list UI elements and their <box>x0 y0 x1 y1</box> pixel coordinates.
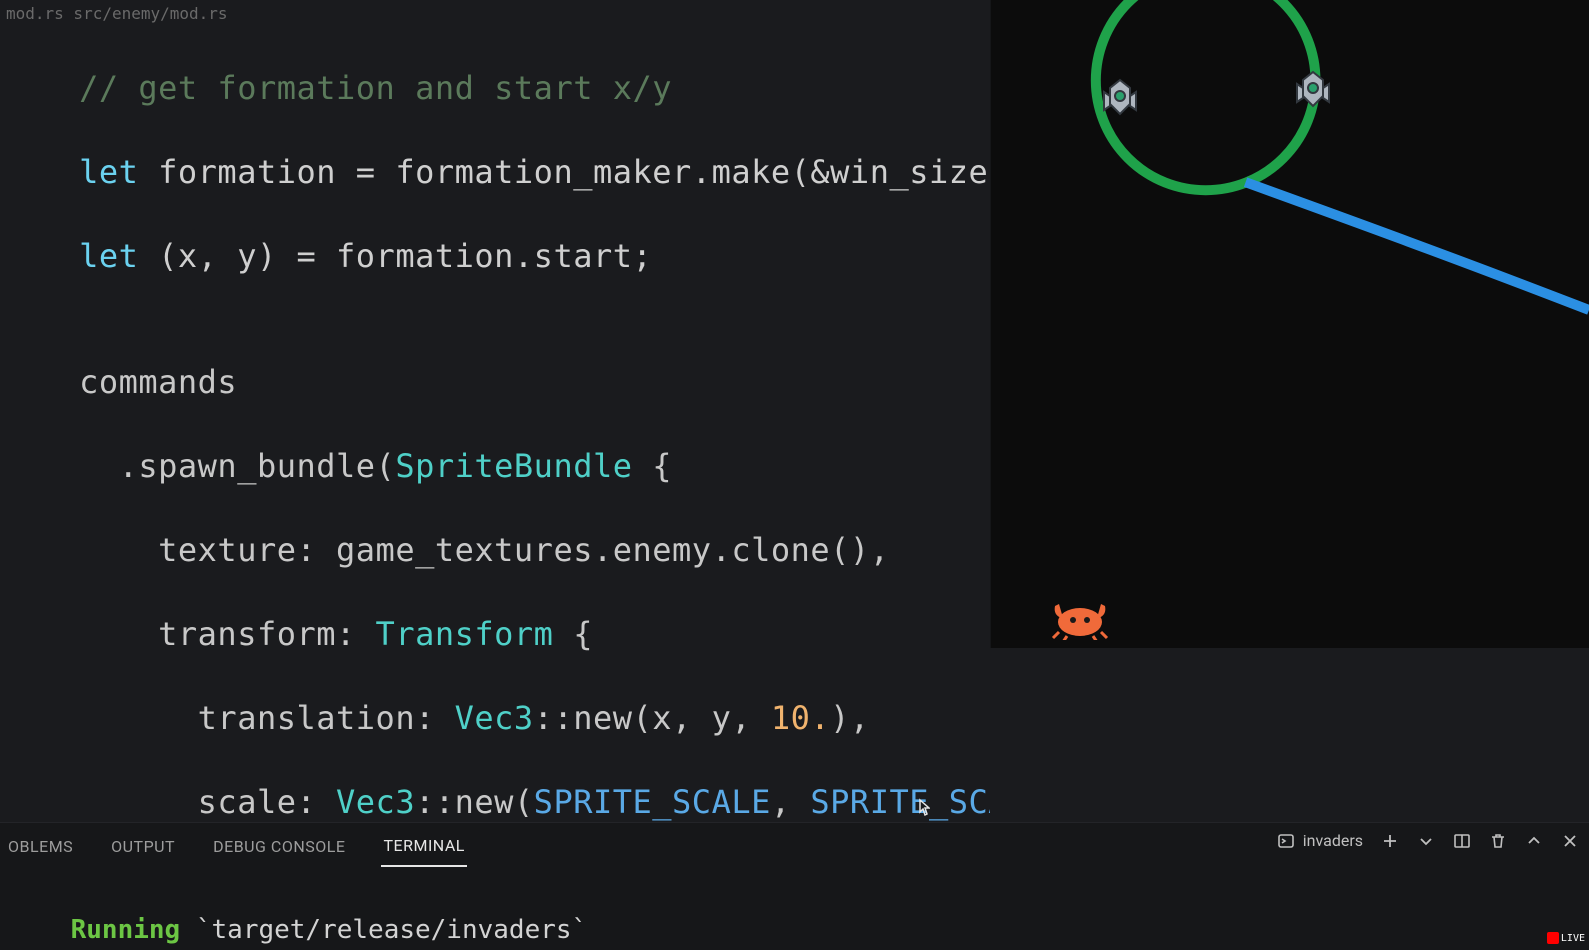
code-comment: // get formation and start x/y <box>79 69 672 107</box>
code-text: formation = formation_maker.make(&win_si… <box>138 153 990 191</box>
enemy-ship-icon <box>1289 66 1337 114</box>
chevron-up-icon[interactable] <box>1525 832 1543 850</box>
term-text: `target/release/invaders` <box>180 915 587 945</box>
player-crab-icon <box>1049 596 1111 640</box>
motion-path <box>1246 182 1589 310</box>
breadcrumb[interactable]: mod.rs src/enemy/mod.rs <box>0 0 990 25</box>
code-text: transform: <box>0 615 376 653</box>
enemy-ship-icon <box>1096 74 1144 122</box>
tab-output[interactable]: OUTPUT <box>109 837 177 856</box>
type-spritebundle: SpriteBundle <box>395 447 632 485</box>
panel-actions: invaders <box>1277 831 1579 850</box>
code-text: { <box>553 615 593 653</box>
red-dot-icon <box>1547 932 1559 944</box>
indent <box>0 153 79 191</box>
indent <box>0 237 79 275</box>
trash-icon[interactable] <box>1489 832 1507 850</box>
num: 10. <box>771 699 830 737</box>
code-text: commands <box>0 361 990 403</box>
code-text: ::new(x, y, <box>534 699 771 737</box>
root: mod.rs src/enemy/mod.rs // get formation… <box>0 0 1589 950</box>
code-editor[interactable]: mod.rs src/enemy/mod.rs // get formation… <box>0 0 990 822</box>
code-text: texture: game_textures.enemy.clone(), <box>0 529 990 571</box>
term-running: Running <box>71 915 181 945</box>
youtube-label: LIVE <box>1561 933 1585 944</box>
tab-debug-console[interactable]: DEBUG CONSOLE <box>211 837 347 856</box>
type-transform: Transform <box>376 615 554 653</box>
type-vec3: Vec3 <box>336 783 415 821</box>
split-icon[interactable] <box>1453 832 1471 850</box>
close-icon[interactable] <box>1561 832 1579 850</box>
code-text: , <box>771 783 811 821</box>
game-window[interactable] <box>990 0 1589 648</box>
const: SPRITE_SCALE <box>534 783 771 821</box>
bottom-panel: OBLEMS OUTPUT DEBUG CONSOLE TERMINAL inv… <box>0 822 1589 950</box>
tab-terminal[interactable]: TERMINAL <box>381 836 466 867</box>
tab-problems[interactable]: OBLEMS <box>6 837 75 856</box>
youtube-badge: LIVE <box>1547 932 1585 944</box>
code-text: ::new( <box>415 783 534 821</box>
chevron-down-icon[interactable] <box>1417 832 1435 850</box>
shell-icon <box>1277 832 1295 850</box>
const: SPRITE_SCALE <box>810 783 990 821</box>
terminal-task-chip[interactable]: invaders <box>1277 831 1363 850</box>
kw-let: let <box>79 153 138 191</box>
code-text: translation: <box>0 699 455 737</box>
term-text <box>8 915 71 945</box>
code-text: .spawn_bundle( <box>0 447 395 485</box>
code-text: (x, y) = formation.start; <box>138 237 652 275</box>
kw-let: let <box>79 237 138 275</box>
code-text: { <box>633 447 673 485</box>
code-area[interactable]: // get formation and start x/y let forma… <box>0 25 990 822</box>
code-text: scale: <box>0 783 336 821</box>
plus-icon[interactable] <box>1381 832 1399 850</box>
type-vec3: Vec3 <box>455 699 534 737</box>
code-text: ), <box>830 699 870 737</box>
indent <box>0 69 79 107</box>
terminal-output[interactable]: Running `target/release/invaders` 022-04… <box>0 879 1589 950</box>
terminal-task-label: invaders <box>1303 831 1363 850</box>
